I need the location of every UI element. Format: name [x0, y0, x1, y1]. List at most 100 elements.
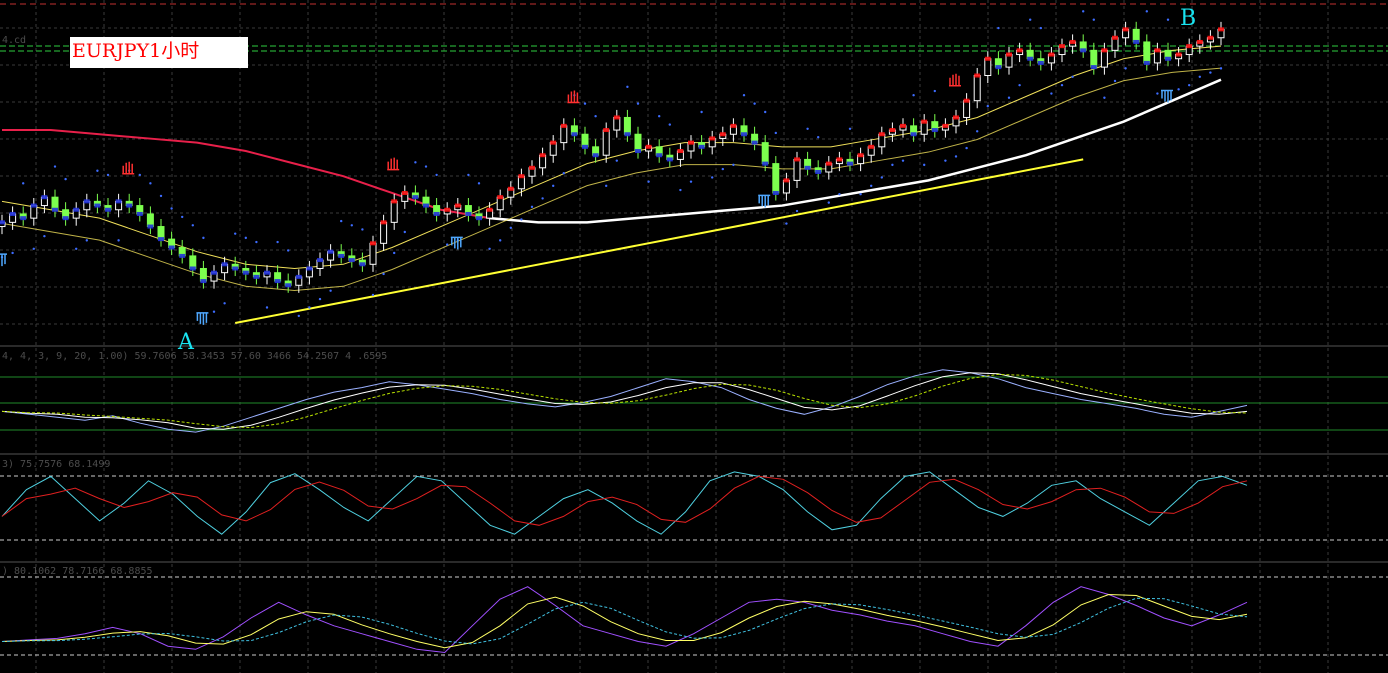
stop-block: [656, 153, 663, 158]
stop-block: [963, 98, 970, 103]
sar-dot: [477, 182, 481, 185]
stop-block: [380, 220, 387, 225]
stop-block: [94, 203, 101, 208]
stop-block: [1175, 52, 1182, 57]
stop-block: [825, 161, 832, 166]
stop-block: [221, 262, 228, 267]
sar-dot: [255, 240, 258, 244]
sar-dot: [986, 104, 989, 108]
oscillator-3-label: ) 80.1062 78.7166 68.8855: [2, 566, 153, 577]
sar-dot: [297, 314, 300, 318]
stop-block: [995, 65, 1002, 70]
sar-dot: [817, 135, 820, 139]
stop-block: [136, 211, 143, 216]
stop-block: [306, 266, 313, 271]
stop-block: [613, 115, 620, 120]
stop-block: [518, 174, 525, 179]
stop-block: [9, 211, 16, 216]
sar-dot: [1060, 83, 1064, 87]
stop-block: [836, 157, 843, 162]
stop-block: [847, 161, 853, 166]
sar-dot: [414, 161, 417, 164]
sar-dot: [276, 240, 279, 244]
stop-block: [910, 132, 917, 137]
sar-dot: [1145, 10, 1149, 13]
candle-body: [623, 116, 631, 135]
sar-dot: [181, 215, 184, 219]
stop-block: [295, 274, 302, 279]
stop-block: [1037, 60, 1044, 65]
stop-block: [878, 132, 885, 137]
sar-dot: [149, 182, 152, 185]
sar-dot: [393, 251, 396, 255]
stop-block: [719, 132, 726, 137]
stop-block: [20, 216, 27, 221]
sar-dot: [1156, 92, 1159, 95]
sar-dot: [382, 272, 385, 276]
sar-dot: [424, 165, 428, 168]
sar-dot: [562, 172, 565, 175]
stop-block: [126, 203, 133, 208]
slow-ma-line-late: [489, 78, 1222, 224]
sar-dot: [530, 205, 534, 209]
sar-dot: [901, 159, 905, 162]
down-fractal-icon: [0, 253, 7, 267]
sar-dot: [721, 167, 724, 171]
sar-dot: [191, 224, 194, 227]
sar-dot: [742, 94, 746, 97]
oscillator-2-label: 3) 75.7576 68.1499: [2, 459, 111, 470]
mid-ma-line: [1, 45, 1222, 269]
sar-dot: [244, 236, 247, 240]
sar-dot: [668, 123, 671, 126]
sar-dot: [541, 197, 544, 200]
stop-block: [264, 270, 270, 275]
stop-block: [666, 157, 673, 162]
main-level-label: 4.cd: [2, 35, 27, 46]
sar-dot: [22, 182, 25, 185]
stop-block: [412, 195, 419, 200]
sar-dot: [795, 209, 799, 213]
stop-block: [635, 149, 641, 154]
stop-block: [900, 123, 906, 128]
sar-dot: [976, 130, 979, 133]
candle-body: [380, 221, 388, 244]
candle-body: [772, 163, 780, 194]
sar-dot: [1092, 18, 1096, 21]
sar-dot: [435, 173, 438, 177]
sar-dot: [488, 247, 491, 250]
stop-block: [391, 199, 398, 204]
sar-dot: [43, 234, 46, 238]
stop-block: [433, 211, 440, 216]
candle-body: [1143, 41, 1151, 64]
stop-block: [1027, 56, 1034, 61]
stop-block: [486, 207, 493, 212]
price-chart[interactable]: [0, 0, 1388, 673]
stop-block: [1090, 65, 1097, 70]
sar-dot: [85, 239, 89, 242]
stop-block: [189, 266, 196, 271]
sar-dot: [1018, 83, 1021, 87]
stop-block: [401, 190, 408, 195]
stop-block: [603, 128, 610, 133]
up-fractal-icon: [387, 157, 400, 171]
stop-block: [253, 274, 260, 279]
sar-dot: [308, 306, 311, 309]
stop-block: [889, 128, 896, 133]
sar-dot: [11, 251, 14, 255]
sar-dot: [287, 249, 290, 252]
sar-dot: [446, 243, 449, 246]
sar-dot: [1219, 67, 1223, 70]
sar-dot: [552, 184, 555, 188]
stop-block: [709, 136, 716, 141]
osc3-line-signal: [1, 593, 1248, 649]
stop-block: [423, 203, 429, 208]
sar-dot: [96, 169, 99, 172]
stop-block: [751, 140, 758, 145]
osc1-line-signal: [1, 372, 1248, 430]
sar-dot: [944, 159, 947, 162]
stop-block: [624, 132, 631, 137]
trendline: [235, 158, 1084, 325]
stop-block: [158, 237, 164, 242]
sar-dot: [848, 127, 852, 130]
sar-dot: [371, 293, 375, 297]
